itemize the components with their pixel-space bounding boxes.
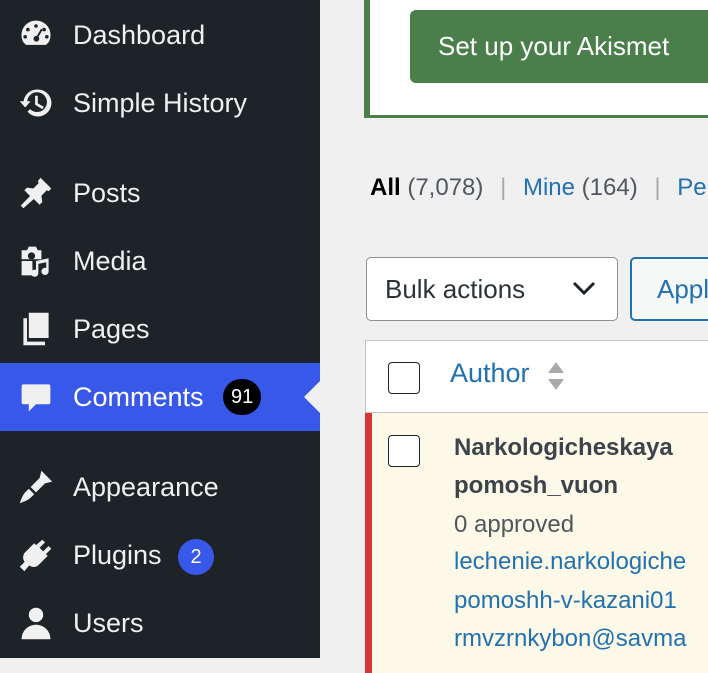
user-icon <box>17 604 55 642</box>
filter-all-count: (7,078) <box>407 174 484 201</box>
sidebar-item-appearance[interactable]: Appearance <box>0 453 320 521</box>
sidebar-item-users[interactable]: Users <box>0 589 320 657</box>
pushpin-icon <box>17 174 55 212</box>
paintbrush-icon <box>17 468 55 506</box>
sidebar-item-comments[interactable]: Comments 91 <box>0 363 320 431</box>
comment-icon <box>17 378 55 416</box>
sidebar-item-label: Comments <box>73 381 204 412</box>
row-checkbox[interactable] <box>388 435 420 467</box>
sidebar-item-dashboard[interactable]: Dashboard <box>0 1 320 69</box>
akismet-setup-button[interactable]: Set up your Akismet <box>410 10 708 83</box>
plugins-update-badge: 2 <box>178 539 214 575</box>
admin-sidebar: Dashboard Simple History Posts Media Pag… <box>0 0 320 658</box>
author-approved-count[interactable]: 0 approved <box>454 511 574 539</box>
comment-status-filters: All (7,078) | Mine (164) | Pe <box>370 174 707 202</box>
sidebar-item-label: Media <box>73 245 147 276</box>
sidebar-item-media[interactable]: Media <box>0 227 320 295</box>
author-url-link-line2[interactable]: pomoshh-v-kazani01 <box>454 587 677 615</box>
select-all-checkbox[interactable] <box>388 362 420 394</box>
sidebar-item-label: Appearance <box>73 471 219 502</box>
bulk-actions-value: Bulk actions <box>385 273 526 304</box>
filter-separator: | <box>654 174 661 201</box>
sidebar-item-pages[interactable]: Pages <box>0 295 320 363</box>
filter-pending[interactable]: Pe <box>677 174 706 201</box>
sidebar-item-posts[interactable]: Posts <box>0 159 320 227</box>
author-url-link[interactable]: lechenie.narkologiche <box>454 548 686 576</box>
sidebar-item-label: Users <box>73 607 144 638</box>
filter-all[interactable]: All <box>370 174 401 201</box>
sidebar-item-label: Plugins <box>73 539 162 570</box>
sidebar-item-label: Simple History <box>73 87 248 118</box>
comments-count-badge: 91 <box>223 379 262 415</box>
sidebar-item-label: Dashboard <box>73 19 206 50</box>
plug-icon <box>17 536 55 574</box>
filter-mine-count: (164) <box>581 174 638 201</box>
sidebar-item-label: Pages <box>73 313 150 344</box>
sidebar-item-plugins[interactable]: Plugins 2 <box>0 521 320 589</box>
comment-author-name-line2: pomosh_vuon <box>454 472 619 499</box>
author-column-header[interactable]: Author <box>450 358 530 389</box>
bulk-actions-select[interactable]: Bulk actions <box>366 257 618 321</box>
dashboard-icon <box>17 16 55 54</box>
comment-author-name: Narkologicheskaya <box>454 434 673 461</box>
sidebar-item-label: Posts <box>73 177 141 208</box>
apply-button[interactable]: Apply <box>630 257 708 321</box>
chevron-down-icon <box>572 281 596 296</box>
filter-mine[interactable]: Mine <box>523 174 575 201</box>
sort-arrows-icon[interactable] <box>546 360 566 392</box>
history-icon <box>17 84 55 122</box>
filter-separator: | <box>500 174 507 201</box>
sidebar-item-simple-history[interactable]: Simple History <box>0 69 320 137</box>
pages-icon <box>17 310 55 348</box>
media-icon <box>17 242 55 280</box>
author-email-link[interactable]: rmvzrnkybon@savma <box>454 625 686 653</box>
